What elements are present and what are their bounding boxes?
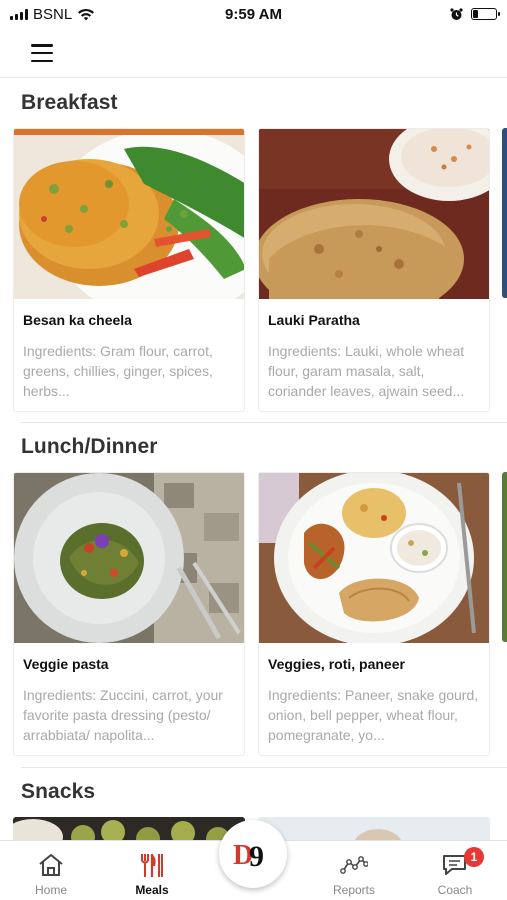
section-divider: [21, 767, 507, 768]
meal-title: Lauki Paratha: [268, 312, 360, 328]
status-bar: BSNL 9:59 AM: [0, 0, 507, 28]
meal-ingredients: Ingredients: Paneer, snake gourd, onion,…: [268, 687, 479, 743]
status-right: [450, 7, 500, 21]
tab-label: Coach: [437, 883, 473, 897]
battery-icon: [471, 8, 500, 20]
status-left: BSNL: [10, 6, 95, 23]
meal-image: [259, 129, 489, 299]
chart-line-icon: [339, 851, 369, 879]
section-title: Lunch/Dinner: [21, 435, 158, 458]
notification-badge: 1: [464, 847, 484, 867]
meal-card-veggies-roti-paneer[interactable]: Veggies, roti, paneer Ingredients: Panee…: [258, 472, 490, 756]
meal-ingredients: Ingredients: Gram flour, carrot, greens,…: [23, 343, 213, 399]
meal-image: [259, 473, 489, 643]
meal-title: Veggie pasta: [23, 656, 109, 672]
meal-card-snack-2[interactable]: [258, 817, 490, 840]
hamburger-menu-icon[interactable]: [31, 44, 53, 62]
carrier-name: BSNL: [33, 5, 73, 23]
tab-home[interactable]: Home: [6, 841, 96, 900]
svg-text:9: 9: [249, 840, 264, 870]
meal-card-snack-1[interactable]: [13, 817, 245, 840]
tab-reports[interactable]: Reports: [309, 841, 399, 900]
meal-card-besan-ka-cheela[interactable]: Besan ka cheela Ingredients: Gram flour,…: [13, 128, 245, 412]
section-title: Snacks: [21, 780, 96, 803]
home-icon: [36, 851, 66, 879]
fork-knife-icon: [137, 851, 167, 879]
meal-card-peek[interactable]: [502, 472, 507, 642]
d9-logo-button[interactable]: D 9: [219, 820, 287, 888]
meal-title: Veggies, roti, paneer: [268, 656, 405, 672]
top-nav: [0, 28, 507, 78]
signal-icon: [10, 8, 28, 20]
tab-label: Meals: [135, 883, 169, 897]
meal-image: [14, 129, 244, 299]
section-breakfast: Breakfast Besan ka cheela Ingredients: G…: [0, 80, 507, 425]
meal-ingredients: Ingredients: Zuccini, carrot, your favor…: [23, 687, 223, 743]
tab-label: Home: [34, 883, 67, 897]
section-title: Breakfast: [21, 91, 118, 114]
meals-content[interactable]: Breakfast Besan ka cheela Ingredients: G…: [0, 80, 507, 840]
meal-card-peek[interactable]: [502, 128, 507, 298]
tab-coach[interactable]: 1 Coach: [410, 841, 500, 900]
meal-card-lauki-paratha[interactable]: Lauki Paratha Ingredients: Lauki, whole …: [258, 128, 490, 412]
alarm-icon: [450, 7, 463, 20]
status-time: 9:59 AM: [225, 5, 282, 23]
tab-meals[interactable]: Meals: [107, 841, 197, 900]
section-lunch-dinner: Lunch/Dinner Veggie pasta Ingredients: Z…: [0, 425, 507, 770]
meal-ingredients: Ingredients: Lauki, whole wheat flour, g…: [268, 343, 465, 399]
section-divider: [21, 422, 507, 423]
d9-logo-icon: D 9: [233, 840, 264, 870]
meal-card-veggie-pasta[interactable]: Veggie pasta Ingredients: Zuccini, carro…: [13, 472, 245, 756]
tab-label: Reports: [332, 883, 376, 897]
wifi-icon: [78, 8, 95, 20]
meal-title: Besan ka cheela: [23, 312, 132, 328]
meal-image: [14, 473, 244, 643]
